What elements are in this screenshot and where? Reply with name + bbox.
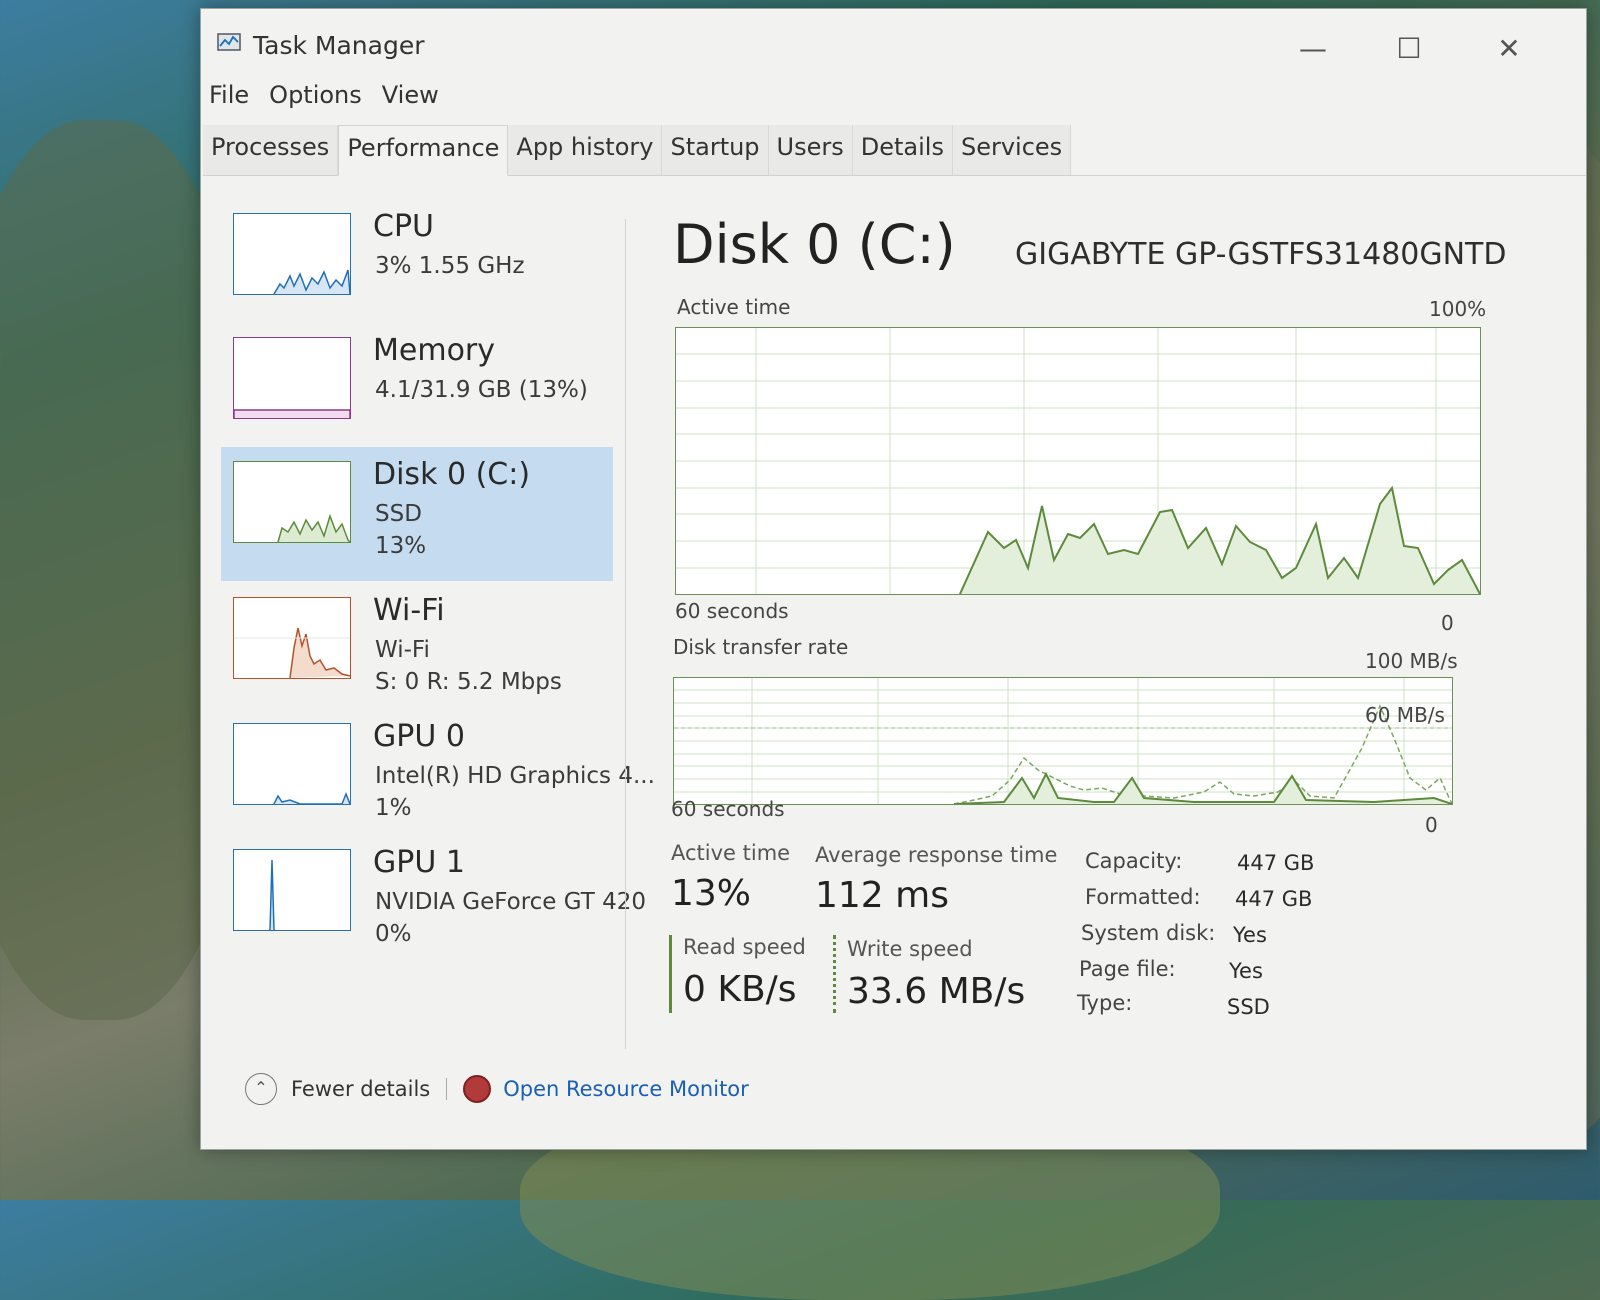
sidebar-item-detail: 4.1/31.9 GB (13%) — [375, 377, 588, 403]
transfer-graph-max: 100 MB/s — [1365, 649, 1458, 673]
stat-avg-response-label: Average response time — [815, 843, 1058, 867]
tab-performance[interactable]: Performance — [338, 125, 509, 176]
task-manager-window: Task Manager — ☐ ✕ File Options View Pro… — [200, 8, 1587, 1150]
sidebar-item-gpu1[interactable]: GPU 1 NVIDIA GeForce GT 420 0% — [221, 835, 646, 963]
fewer-details-button[interactable]: Fewer details — [291, 1077, 430, 1101]
window-title: Task Manager — [253, 31, 425, 60]
stat-read-speed-value: 0 KB/s — [683, 969, 797, 1010]
menu-bar: File Options View — [209, 81, 439, 121]
sidebar-item-label: Wi-Fi — [373, 593, 445, 628]
sidebar-item-disk[interactable]: Disk 0 (C:) SSD 13% — [221, 447, 613, 581]
prop-type-value: SSD — [1227, 995, 1270, 1019]
footer-bar: ⌃ Fewer details Open Resource Monitor — [245, 1069, 749, 1109]
minimize-icon[interactable]: — — [1291, 29, 1335, 69]
sidebar-item-wifi[interactable]: Wi-Fi Wi-Fi S: 0 R: 5.2 Mbps — [221, 583, 613, 711]
tab-users[interactable]: Users — [768, 125, 853, 175]
transfer-graph-min: 0 — [1425, 813, 1438, 837]
transfer-graph-label: Disk transfer rate — [673, 635, 849, 659]
sidebar-divider — [625, 219, 626, 1049]
sidebar-item-usage: 1% — [375, 795, 412, 821]
sidebar-item-usage: 13% — [375, 533, 427, 559]
write-speed-marker — [833, 935, 836, 1013]
prop-capacity-key: Capacity: — [1085, 849, 1183, 873]
tab-services[interactable]: Services — [952, 125, 1072, 175]
chevron-up-icon[interactable]: ⌃ — [245, 1073, 277, 1105]
device-name: GIGABYTE GP-GSTFS31480GNTD — [1015, 237, 1507, 272]
page-title: Disk 0 (C:) — [673, 213, 956, 276]
stat-active-time-value: 13% — [671, 873, 752, 914]
read-speed-marker — [669, 935, 672, 1013]
close-icon[interactable]: ✕ — [1487, 29, 1531, 69]
sidebar-item-usage: 0% — [375, 921, 412, 947]
transfer-graph-timespan: 60 seconds — [671, 797, 785, 821]
sidebar-item-gpu0[interactable]: GPU 0 Intel(R) HD Graphics 4... 1% — [221, 709, 655, 837]
sidebar-item-detail: SSD — [375, 501, 422, 527]
prop-page-file-value: Yes — [1229, 959, 1263, 983]
sidebar-item-usage: S: 0 R: 5.2 Mbps — [375, 669, 562, 695]
transfer-graph-mark: 60 MB/s — [1365, 703, 1445, 727]
stat-active-time-label: Active time — [671, 841, 791, 865]
sidebar-item-detail: Intel(R) HD Graphics 4... — [375, 763, 655, 789]
memory-thumbnail-graph — [233, 337, 351, 419]
gpu1-thumbnail-graph — [233, 849, 351, 931]
prop-system-disk-key: System disk: — [1081, 921, 1216, 945]
title-bar[interactable]: Task Manager — ☐ ✕ — [201, 9, 1586, 77]
prop-capacity-value: 447 GB — [1237, 851, 1315, 875]
menu-view[interactable]: View — [382, 81, 439, 121]
tab-processes[interactable]: Processes — [203, 125, 339, 175]
active-time-graph-label: Active time — [677, 295, 791, 319]
tab-startup[interactable]: Startup — [662, 125, 769, 175]
resource-monitor-icon[interactable] — [463, 1075, 492, 1103]
tab-details[interactable]: Details — [852, 125, 953, 175]
active-time-graph-max: 100% — [1429, 297, 1487, 321]
prop-page-file-key: Page file: — [1079, 957, 1176, 981]
sidebar-item-cpu[interactable]: CPU 3% 1.55 GHz — [221, 199, 613, 327]
sidebar-item-detail: NVIDIA GeForce GT 420 — [375, 889, 647, 915]
stat-read-speed-label: Read speed — [683, 935, 806, 959]
sidebar-item-label: Disk 0 (C:) — [373, 457, 531, 492]
sidebar-item-memory[interactable]: Memory 4.1/31.9 GB (13%) — [221, 323, 613, 451]
active-time-graph — [675, 327, 1481, 595]
prop-type-key: Type: — [1077, 991, 1133, 1015]
tab-strip: Processes Performance App history Startu… — [203, 125, 1586, 176]
stat-write-speed-label: Write speed — [847, 937, 973, 961]
disk-thumbnail-graph — [233, 461, 351, 543]
prop-formatted-key: Formatted: — [1085, 885, 1201, 909]
prop-system-disk-value: Yes — [1233, 923, 1267, 947]
menu-options[interactable]: Options — [269, 81, 362, 121]
active-time-graph-timespan: 60 seconds — [675, 599, 789, 623]
stat-write-speed-value: 33.6 MB/s — [847, 971, 1026, 1012]
maximize-icon[interactable]: ☐ — [1387, 29, 1431, 69]
sidebar-item-detail: Wi-Fi — [375, 637, 430, 663]
menu-file[interactable]: File — [209, 81, 249, 121]
open-resource-monitor-link[interactable]: Open Resource Monitor — [503, 1077, 749, 1101]
performance-sidebar: CPU 3% 1.55 GHz Memory 4.1/31.9 GB (13%)… — [221, 199, 655, 1049]
footer-separator — [446, 1078, 448, 1100]
prop-formatted-value: 447 GB — [1235, 887, 1313, 911]
active-time-graph-min: 0 — [1441, 611, 1454, 635]
sidebar-item-label: GPU 0 — [373, 719, 465, 754]
wifi-thumbnail-graph — [233, 597, 351, 679]
stat-avg-response-value: 112 ms — [815, 875, 949, 916]
disk-transfer-rate-graph — [673, 677, 1453, 805]
task-manager-icon — [217, 33, 241, 51]
sidebar-item-detail: 3% 1.55 GHz — [375, 253, 525, 279]
cpu-thumbnail-graph — [233, 213, 351, 295]
tab-app-history[interactable]: App history — [508, 125, 663, 175]
sidebar-item-label: GPU 1 — [373, 845, 465, 880]
sidebar-item-label: Memory — [373, 333, 496, 368]
gpu0-thumbnail-graph — [233, 723, 351, 805]
sidebar-item-label: CPU — [373, 209, 434, 244]
